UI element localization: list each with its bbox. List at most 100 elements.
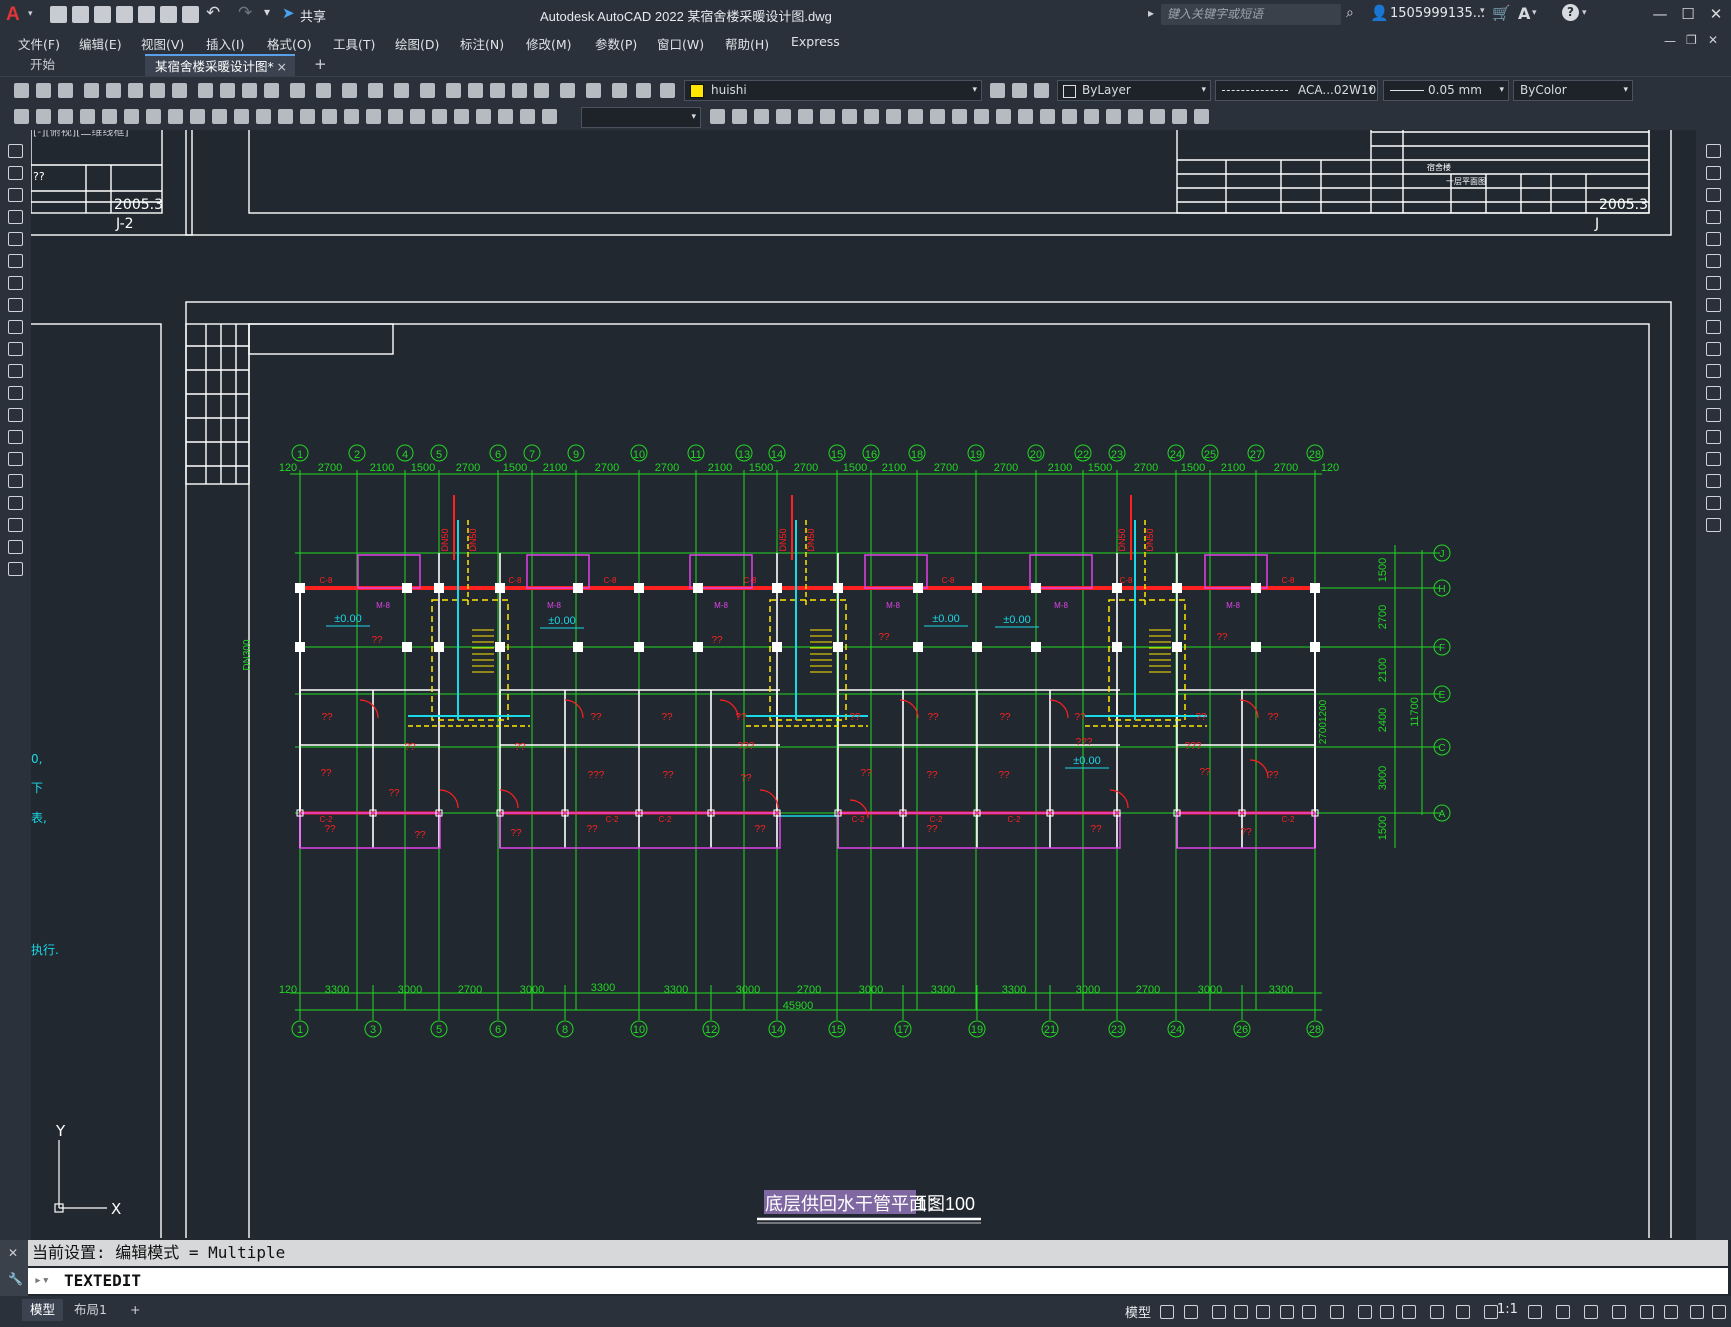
standard-tool-8-icon[interactable]: [198, 83, 213, 98]
color-dropdown[interactable]: ByLayer ▾: [1057, 80, 1211, 101]
save-icon[interactable]: [94, 6, 111, 23]
dimension-tool-icon[interactable]: [256, 109, 271, 124]
modify-tool-icon[interactable]: [798, 109, 813, 124]
modify-side-tool-icon[interactable]: [1706, 298, 1721, 312]
standard-tool-11-icon[interactable]: [264, 83, 279, 98]
standard-tool-17-icon[interactable]: [420, 83, 435, 98]
command-prompt-icon[interactable]: ▸▾: [34, 1268, 50, 1294]
modify-side-tool-icon[interactable]: [1706, 320, 1721, 334]
status-toggle-14-icon[interactable]: [1528, 1305, 1542, 1319]
status-toggle-2-icon[interactable]: [1212, 1305, 1226, 1319]
save-web-icon[interactable]: [160, 6, 177, 23]
menu-edit[interactable]: 编辑(E): [79, 34, 122, 53]
menu-window[interactable]: 窗口(W): [657, 34, 704, 53]
modify-side-tool-icon[interactable]: [1706, 232, 1721, 246]
menu-help[interactable]: 帮助(H): [725, 34, 769, 53]
status-toggle-10-icon[interactable]: [1402, 1305, 1416, 1319]
modify-tool-icon[interactable]: [930, 109, 945, 124]
search-icon[interactable]: ⌕: [1346, 5, 1354, 21]
doc-restore-icon[interactable]: ❐: [1686, 33, 1697, 47]
standard-tool-16-icon[interactable]: [394, 83, 409, 98]
draw-tool-icon[interactable]: [8, 166, 23, 180]
modify-tool-icon[interactable]: [1040, 109, 1055, 124]
dimension-tool-icon[interactable]: [388, 109, 403, 124]
modify-tool-icon[interactable]: [1150, 109, 1165, 124]
dimension-tool-icon[interactable]: [366, 109, 381, 124]
minimize-button[interactable]: —: [1648, 4, 1672, 24]
command-close-icon[interactable]: ✕: [8, 1246, 18, 1260]
search-expand-icon[interactable]: ▸: [1148, 6, 1154, 20]
plot-icon[interactable]: [182, 6, 199, 23]
status-toggle-9-icon[interactable]: [1380, 1305, 1394, 1319]
autodesk-app-icon[interactable]: A: [1518, 4, 1530, 23]
menu-modify[interactable]: 修改(M): [526, 34, 572, 53]
standard-tool-7-icon[interactable]: [172, 83, 187, 98]
dimension-tool-icon[interactable]: [300, 109, 315, 124]
dimension-tool-icon[interactable]: [454, 109, 469, 124]
dimension-tool-icon[interactable]: [278, 109, 293, 124]
menu-draw[interactable]: 绘图(D): [395, 34, 439, 53]
status-toggle-21-icon[interactable]: [1712, 1305, 1726, 1319]
standard-tool-2-icon[interactable]: [58, 83, 73, 98]
dimension-tool-icon[interactable]: [102, 109, 117, 124]
standard-tool-26-icon[interactable]: [636, 83, 651, 98]
status-toggle-15-icon[interactable]: [1556, 1305, 1570, 1319]
command-input[interactable]: ▸▾ TEXTEDIT: [28, 1268, 1728, 1294]
standard-tool-18-icon[interactable]: [446, 83, 461, 98]
standard-tool-13-icon[interactable]: [316, 83, 331, 98]
dimension-tool-icon[interactable]: [124, 109, 139, 124]
layer-dropdown[interactable]: huishi ▾: [684, 80, 982, 101]
modify-tool-icon[interactable]: [776, 109, 791, 124]
draw-tool-icon[interactable]: [8, 430, 23, 444]
draw-tool-icon[interactable]: [8, 144, 23, 158]
status-toggle-18-icon[interactable]: [1640, 1305, 1654, 1319]
standard-tool-4-icon[interactable]: [106, 83, 121, 98]
user-name[interactable]: 1505999135...: [1390, 6, 1485, 21]
standard-tool-23-icon[interactable]: [560, 83, 575, 98]
command-line-grip[interactable]: ✕ 🔧: [0, 1240, 28, 1296]
return-pipe-loop[interactable]: [769, 599, 847, 721]
dimension-tool-icon[interactable]: [212, 109, 227, 124]
modify-tool-icon[interactable]: [864, 109, 879, 124]
modify-tool-icon[interactable]: [1194, 109, 1209, 124]
draw-tool-icon[interactable]: [8, 210, 23, 224]
standard-tool-6-icon[interactable]: [150, 83, 165, 98]
modify-tool-icon[interactable]: [952, 109, 967, 124]
modify-tool-icon[interactable]: [710, 109, 725, 124]
share-icon[interactable]: ➤: [282, 4, 295, 22]
save-as-icon[interactable]: [116, 6, 133, 23]
modify-tool-icon[interactable]: [1172, 109, 1187, 124]
standard-tool-25-icon[interactable]: [612, 83, 627, 98]
standard-tool-27-icon[interactable]: [660, 83, 675, 98]
maximize-button[interactable]: ☐: [1676, 4, 1700, 24]
standard-tool-19-icon[interactable]: [468, 83, 483, 98]
app-menu-chevron-icon[interactable]: ▾: [28, 9, 36, 19]
draw-tool-icon[interactable]: [8, 232, 23, 246]
menu-parametric[interactable]: 参数(P): [595, 34, 637, 53]
search-input[interactable]: 键入关键字或短语: [1161, 4, 1341, 25]
share-label[interactable]: 共享: [300, 6, 326, 25]
open-web-icon[interactable]: [138, 6, 155, 23]
cart-icon[interactable]: 🛒: [1492, 4, 1511, 22]
layer-tool-0-icon[interactable]: [990, 83, 1005, 98]
status-toggle-16-icon[interactable]: [1584, 1305, 1598, 1319]
draw-tool-icon[interactable]: [8, 298, 23, 312]
viewport-label[interactable]: [-][俯视][二维线框]: [33, 130, 129, 138]
draw-tool-icon[interactable]: [8, 364, 23, 378]
menu-format[interactable]: 格式(O): [267, 34, 312, 53]
modify-side-tool-icon[interactable]: [1706, 342, 1721, 356]
status-toggle-1-icon[interactable]: [1184, 1305, 1198, 1319]
standard-tool-1-icon[interactable]: [36, 83, 51, 98]
dimension-tool-icon[interactable]: [190, 109, 205, 124]
standard-tool-24-icon[interactable]: [586, 83, 601, 98]
menu-dimension[interactable]: 标注(N): [460, 34, 504, 53]
status-toggle-5-icon[interactable]: [1280, 1305, 1294, 1319]
dimension-tool-icon[interactable]: [36, 109, 51, 124]
dimension-tool-icon[interactable]: [520, 109, 535, 124]
standard-tool-0-icon[interactable]: [14, 83, 29, 98]
tab-drawing[interactable]: 某宿舍楼采暖设计图* ×: [145, 54, 295, 76]
modify-side-tool-icon[interactable]: [1706, 386, 1721, 400]
modify-tool-icon[interactable]: [1062, 109, 1077, 124]
textstyle-dropdown[interactable]: ▾: [581, 107, 701, 128]
modify-tool-icon[interactable]: [886, 109, 901, 124]
